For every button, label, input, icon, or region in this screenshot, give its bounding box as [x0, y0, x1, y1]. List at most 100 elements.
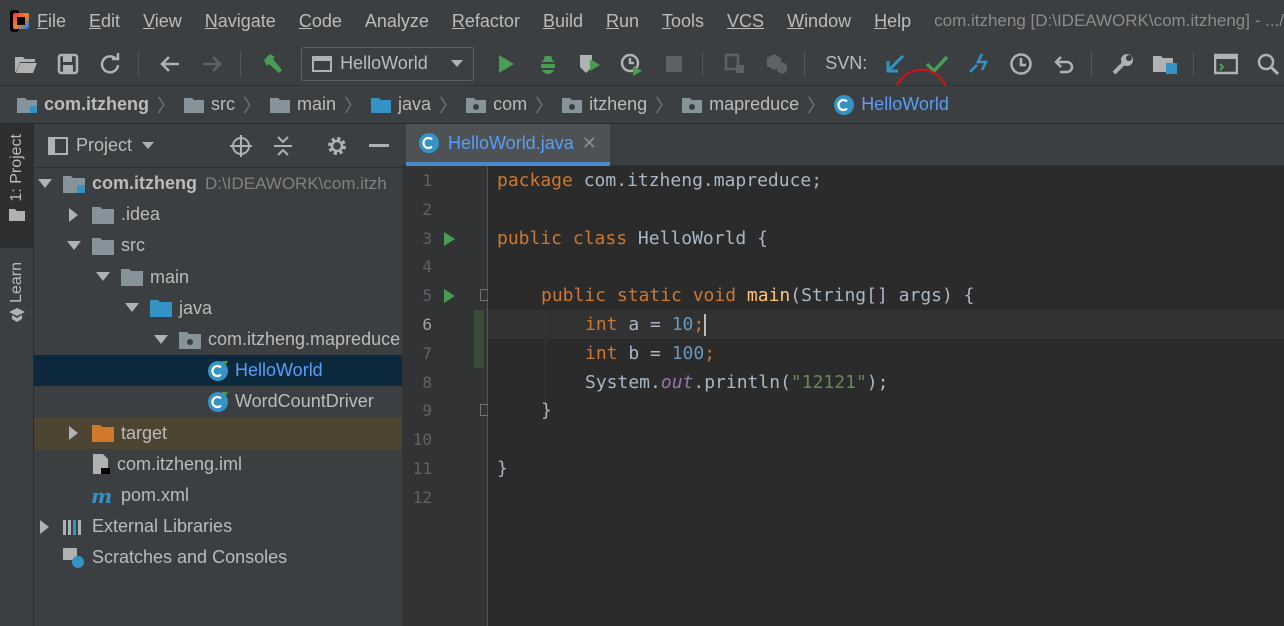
editor-gutter[interactable]: 1 2 3 4 5 6 7 8 9 10 11 12: [402, 166, 492, 626]
project-tool-window: Project com.itzheng D:\IDEAWORK\com.itzh.…: [34, 124, 402, 626]
breadcrumb-separator: 〉: [439, 95, 458, 116]
run-icon: [499, 54, 515, 73]
tree-item-target[interactable]: target: [34, 417, 402, 449]
tool-window-tab-learn[interactable]: Learn: [0, 262, 34, 342]
save-all-button[interactable]: [52, 48, 84, 80]
svn-compare-button[interactable]: [963, 48, 995, 80]
line-number: 1: [422, 171, 432, 190]
breadcrumb-item-com[interactable]: com: [465, 94, 527, 115]
breadcrumb-item-src[interactable]: src: [183, 94, 235, 115]
breadcrumb-label: main: [297, 94, 337, 114]
tree-item-label: com.itzheng: [92, 173, 198, 193]
tree-item-external-libraries[interactable]: External Libraries: [34, 511, 402, 542]
run-with-coverage-button[interactable]: [574, 48, 606, 80]
line-number: 10: [412, 430, 432, 450]
navigation-breadcrumb: com.itzheng 〉 src 〉 main 〉 java 〉 com 〉 …: [0, 86, 1284, 124]
svn-update-button[interactable]: [879, 48, 911, 80]
breadcrumb-item-project[interactable]: com.itzheng: [16, 94, 149, 115]
code-editor[interactable]: package com.itzheng.mapreduce; public cl…: [488, 166, 1284, 626]
menu-window[interactable]: Window: [787, 11, 851, 32]
hide-panel-button[interactable]: [366, 133, 392, 159]
attach-debugger-button[interactable]: [719, 48, 751, 80]
graduation-cap-icon: [9, 307, 25, 322]
project-structure-button[interactable]: [760, 48, 792, 80]
source-folder-icon: [371, 97, 392, 113]
tree-item-src[interactable]: src: [34, 230, 402, 261]
package-icon: [682, 97, 703, 113]
module-folder-icon: [17, 97, 37, 113]
expand-arrow-down-icon[interactable]: [36, 178, 54, 189]
terminal-button[interactable]: [1210, 48, 1242, 80]
svn-rollback-button[interactable]: [1047, 48, 1079, 80]
editor-tab-helloworld[interactable]: HelloWorld.java ✕: [406, 124, 610, 166]
project-view-selector[interactable]: Project: [76, 135, 132, 156]
tree-item--idea[interactable]: .idea: [34, 199, 402, 230]
tree-item-com-itzheng[interactable]: com.itzheng D:\IDEAWORK\com.itzh: [34, 168, 402, 199]
menu-mnemonic: R: [605, 10, 619, 31]
menu-run[interactable]: Run: [606, 11, 639, 32]
run-button[interactable]: [490, 48, 522, 80]
menu-refactor[interactable]: Refactor: [452, 11, 520, 32]
forward-button[interactable]: [196, 48, 228, 80]
chevron-down-icon[interactable]: [142, 141, 155, 150]
stop-button[interactable]: [658, 48, 690, 80]
tree-item-scratches-and-consoles[interactable]: Scratches and Consoles: [34, 542, 402, 573]
menu-edit[interactable]: Edit: [89, 11, 120, 32]
project-structure-dialog-button[interactable]: [1149, 48, 1181, 80]
expand-arrow-right-icon[interactable]: [65, 426, 83, 441]
run-configuration-select[interactable]: HelloWorld: [301, 46, 475, 81]
params-token: (String[] args): [790, 285, 964, 306]
menu-analyze[interactable]: Analyze: [365, 11, 429, 32]
undo-icon: [1053, 55, 1073, 73]
panel-settings-button[interactable]: [324, 133, 350, 159]
tree-item-pom-xml[interactable]: m pom.xml: [34, 480, 402, 511]
breadcrumb-item-mapreduce[interactable]: mapreduce: [681, 94, 799, 115]
svn-history-button[interactable]: [1005, 48, 1037, 80]
breadcrumb-label: itzheng: [589, 94, 648, 114]
tree-item-com-itzheng-iml[interactable]: com.itzheng.iml: [34, 449, 402, 480]
menu-build[interactable]: Build: [543, 11, 583, 32]
menu-navigate[interactable]: Navigate: [205, 11, 276, 32]
tree-item-java[interactable]: java: [34, 293, 402, 324]
tree-item-helloworld[interactable]: HelloWorld: [34, 355, 402, 387]
locate-file-button[interactable]: [228, 133, 254, 159]
menu-vcs[interactable]: VCS: [727, 11, 764, 32]
breadcrumb-item-helloworld[interactable]: HelloWorld: [833, 94, 949, 116]
profile-button[interactable]: [616, 48, 648, 80]
synchronize-button[interactable]: [94, 48, 126, 80]
run-gutter-icon[interactable]: [444, 231, 455, 246]
tree-item-main[interactable]: main: [34, 262, 402, 293]
tool-window-tab-project[interactable]: 1: Project: [0, 124, 34, 248]
search-everywhere-button[interactable]: [1252, 48, 1284, 80]
debug-button[interactable]: [532, 48, 564, 80]
line-number: 3: [422, 228, 432, 248]
menu-code[interactable]: Code: [299, 11, 342, 32]
vcs-change-marker[interactable]: [474, 310, 484, 368]
open-button[interactable]: [10, 48, 42, 80]
breadcrumb-item-main[interactable]: main: [269, 94, 336, 115]
svn-commit-button[interactable]: [921, 48, 953, 80]
build-button[interactable]: [257, 48, 289, 80]
expand-arrow-down-icon[interactable]: [123, 303, 141, 313]
run-gutter-icon[interactable]: [444, 289, 455, 304]
breadcrumb-item-java[interactable]: java: [370, 94, 431, 115]
expand-arrow-down-icon[interactable]: [65, 240, 83, 251]
back-button[interactable]: [155, 48, 187, 80]
menu-tools[interactable]: Tools: [662, 11, 704, 32]
expand-arrow-right-icon[interactable]: [36, 519, 54, 534]
tree-item-com-itzheng-mapreduce[interactable]: com.itzheng.mapreduce: [34, 324, 402, 355]
settings-button[interactable]: [1108, 48, 1140, 80]
code-token: System.: [585, 372, 661, 393]
menu-file[interactable]: File: [37, 11, 66, 32]
open-folder-icon: [14, 56, 37, 73]
breadcrumb-item-itzheng[interactable]: itzheng: [561, 94, 647, 115]
collapse-all-button[interactable]: [270, 133, 296, 159]
expand-arrow-right-icon[interactable]: [65, 207, 83, 222]
menu-help[interactable]: Help: [874, 11, 911, 32]
tree-item-wordcountdriver[interactable]: WordCountDriver: [34, 386, 402, 417]
menu-view[interactable]: View: [143, 11, 182, 32]
expand-arrow-down-icon[interactable]: [152, 334, 170, 345]
menu-label: elp: [887, 10, 912, 31]
close-icon[interactable]: ✕: [582, 133, 597, 154]
expand-arrow-down-icon[interactable]: [94, 272, 112, 282]
